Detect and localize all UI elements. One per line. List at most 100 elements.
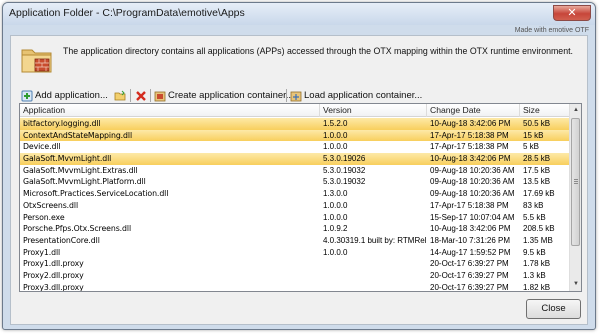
size-cell: 17.69 kB — [523, 189, 555, 199]
applications-table: Application Version Change Date Size bit… — [19, 103, 582, 292]
toolbar-separator — [130, 89, 131, 102]
toolbar-separator — [286, 89, 287, 102]
size-cell: 1.3 kB — [523, 270, 546, 280]
table-row[interactable]: bitfactory.logging.dll 1.5.2.0 10-Aug-18 3… — [20, 118, 570, 130]
add-application-label: Add application... — [35, 90, 108, 101]
window-title: Application Folder - C:\ProgramData\emot… — [9, 7, 245, 19]
size-cell: 17.5 kB — [523, 165, 551, 175]
size-cell: 1.35 MB — [523, 235, 553, 245]
table-row[interactable]: OtxScreens.dll 1.0.0.0 17-Apr-17 5:18:38 P… — [20, 200, 570, 212]
column-header-change-date[interactable]: Change Date — [427, 104, 520, 117]
size-cell: 208.5 kB — [523, 224, 555, 234]
app-cell: GalaSoft.MvvmLight.Platform.dll — [23, 177, 146, 187]
table-row[interactable]: Proxy1.dll 1.0.0.0 14-Aug-17 1:59:52 PM 9.5… — [20, 247, 570, 259]
description-text: The application directory contains all a… — [63, 46, 573, 56]
table-row[interactable]: PresentationCore.dll 4.0.30319.1 built by… — [20, 235, 570, 247]
table-row[interactable]: Microsoft.Practices.ServiceLocation.dll 1… — [20, 188, 570, 200]
version-cell: 1.5.2.0 — [323, 119, 348, 128]
create-container-icon — [154, 91, 166, 101]
app-cell: PresentationCore.dll — [23, 235, 100, 245]
date-cell: 09-Aug-18 10:20:36 AM — [430, 165, 515, 175]
vertical-scrollbar[interactable]: ▲ ▼ — [569, 104, 581, 291]
version-cell: 1.0.0.0 — [323, 212, 348, 222]
open-folder-icon — [114, 90, 126, 100]
size-cell: 15 kB — [523, 130, 544, 140]
date-cell: 18-Mar-10 7:31:26 PM — [430, 235, 511, 245]
table-row[interactable]: GalaSoft.MvvmLight.Extras.dll 5.3.0.19032… — [20, 165, 570, 177]
open-folder-button[interactable] — [114, 87, 128, 104]
date-cell: 10-Aug-18 3:42:06 PM — [430, 119, 511, 128]
version-cell: 1.0.0.0 — [323, 200, 348, 210]
size-cell: 5.5 kB — [523, 212, 546, 222]
app-cell: Device.dll — [23, 142, 61, 152]
app-cell: ContextAndStateMapping.dll — [23, 130, 133, 140]
delete-button[interactable] — [135, 87, 149, 104]
size-cell: 83 kB — [523, 200, 544, 210]
dialog-body: The application directory contains all a… — [10, 35, 588, 325]
title-bar[interactable]: Application Folder - C:\ProgramData\emot… — [3, 3, 595, 25]
app-cell: Microsoft.Practices.ServiceLocation.dll — [23, 189, 169, 199]
date-cell: 15-Sep-17 10:07:04 AM — [430, 212, 515, 222]
table-row[interactable]: Proxy2.dll.proxy 20-Oct-17 6:39:27 PM 1.3 … — [20, 270, 570, 282]
version-cell: 1.0.9.2 — [323, 224, 348, 234]
toolbar-separator — [150, 89, 151, 102]
close-button[interactable]: Close — [526, 299, 581, 319]
table-row[interactable]: GalaSoft.MvvmLight.dll 5.3.0.19026 10-Aug-… — [20, 153, 570, 165]
version-cell: 1.0.0.0 — [323, 130, 348, 140]
size-cell: 28.5 kB — [523, 154, 551, 164]
version-cell: 4.0.30319.1 built by: RTMRel — [323, 235, 427, 245]
app-cell: Proxy3.dll.proxy — [23, 282, 84, 292]
add-application-button[interactable]: Add application... — [21, 87, 108, 104]
table-row[interactable]: Proxy1.dll.proxy 20-Oct-17 6:39:27 PM 1.78… — [20, 258, 570, 270]
folder-icon — [21, 49, 52, 73]
app-cell: bitfactory.logging.dll — [23, 119, 101, 128]
table-row[interactable]: Proxy3.dll.proxy 20-Oct-17 6:39:27 PM 1.82… — [20, 282, 570, 292]
date-cell: 17-Apr-17 5:18:38 PM — [430, 200, 509, 210]
table-row[interactable]: GalaSoft.MvvmLight.Platform.dll 5.3.0.190… — [20, 176, 570, 188]
load-container-button[interactable]: Load application container... — [290, 87, 422, 104]
table-body: bitfactory.logging.dll 1.5.2.0 10-Aug-18 3… — [20, 118, 570, 292]
scroll-up-icon[interactable]: ▲ — [571, 105, 581, 116]
app-cell: Proxy1.dll.proxy — [23, 259, 84, 269]
app-cell: Porsche.Pfps.Otx.Screens.dll — [23, 224, 132, 234]
app-cell: GalaSoft.MvvmLight.Extras.dll — [23, 165, 138, 175]
version-cell: 1.3.0.0 — [323, 189, 348, 199]
load-container-label: Load application container... — [304, 90, 423, 101]
table-row[interactable]: Device.dll 1.0.0.0 17-Apr-17 5:18:38 PM 5 k… — [20, 141, 570, 153]
date-cell: 09-Aug-18 10:20:36 AM — [430, 177, 515, 187]
version-cell: 5.3.0.19032 — [323, 177, 366, 187]
table-row[interactable]: ContextAndStateMapping.dll 1.0.0.0 17-Apr-… — [20, 129, 570, 142]
size-cell: 1.82 kB — [523, 282, 551, 292]
app-cell: OtxScreens.dll — [23, 200, 79, 210]
size-cell: 9.5 kB — [523, 247, 546, 257]
scroll-down-icon[interactable]: ▼ — [571, 279, 581, 290]
app-cell: Proxy2.dll.proxy — [23, 270, 84, 280]
column-header-version[interactable]: Version — [320, 104, 427, 117]
create-container-button[interactable]: Create application container... — [154, 87, 294, 104]
date-cell: 14-Aug-17 1:59:52 PM — [430, 247, 511, 257]
size-cell: 50.5 kB — [523, 119, 551, 128]
version-cell: 5.3.0.19032 — [323, 165, 366, 175]
date-cell: 10-Aug-18 3:42:06 PM — [430, 154, 511, 164]
date-cell: 10-Aug-18 3:42:06 PM — [430, 224, 511, 234]
table-header: Application Version Change Date Size — [20, 104, 581, 117]
column-header-size[interactable]: Size — [520, 104, 570, 117]
window-close-icon[interactable]: ✕ — [553, 5, 591, 21]
thumb-grip — [574, 179, 578, 180]
table-row[interactable]: Porsche.Pfps.Otx.Screens.dll 1.0.9.2 10-Au… — [20, 223, 570, 235]
app-cell: Person.exe — [23, 212, 65, 222]
app-cell: GalaSoft.MvvmLight.dll — [23, 154, 112, 164]
load-container-icon — [290, 91, 302, 101]
column-header-application[interactable]: Application — [20, 104, 320, 117]
version-cell: 5.3.0.19026 — [323, 154, 366, 164]
date-cell: 20-Oct-17 6:39:27 PM — [430, 259, 509, 269]
delete-icon — [136, 90, 146, 101]
table-row[interactable]: Person.exe 1.0.0.0 15-Sep-17 10:07:04 AM 5.… — [20, 212, 570, 224]
scrollbar-thumb[interactable] — [571, 118, 580, 246]
date-cell: 20-Oct-17 6:39:27 PM — [430, 270, 509, 280]
made-with-label: Made with emotive OTF — [514, 27, 589, 34]
date-cell: 20-Oct-17 6:39:27 PM — [430, 282, 509, 292]
date-cell: 17-Apr-17 5:18:38 PM — [430, 130, 509, 140]
size-cell: 1.78 kB — [523, 259, 551, 269]
size-cell: 5 kB — [523, 142, 540, 152]
